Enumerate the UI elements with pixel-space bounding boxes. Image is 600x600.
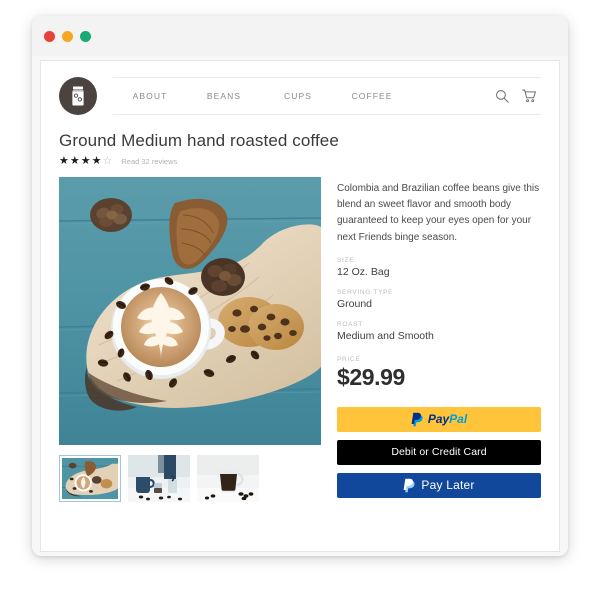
product-hero-image[interactable] — [59, 177, 321, 445]
debit-credit-card-label: Debit or Credit Card — [391, 446, 487, 459]
nav-icon-group — [495, 89, 541, 103]
attribute-value-serving-type: Ground — [337, 297, 373, 310]
search-icon[interactable] — [495, 89, 509, 103]
thumbnail-1[interactable] — [59, 455, 121, 502]
product-details: Colombia and Brazilian coffee beans give… — [337, 177, 541, 502]
coffee-bag-icon[interactable] — [59, 77, 97, 115]
nav-item-about[interactable]: ABOUT — [113, 91, 187, 101]
nav-link-list: ABOUT BEANS CUPS COFFEE — [113, 91, 495, 101]
title-block: Ground Medium hand roasted coffee ★ ★ ★ … — [41, 119, 559, 167]
attribute-size: SIZE 12 Oz. Bag — [337, 257, 541, 278]
rating-row: ★ ★ ★ ★ ☆ Read 32 reviews — [59, 156, 541, 167]
window-titlebar — [32, 16, 568, 56]
browser-window: ABOUT BEANS CUPS COFFEE Ground Medium ha… — [32, 16, 568, 556]
product-content: Colombia and Brazilian coffee beans give… — [41, 167, 559, 502]
star-icon-5: ☆ — [102, 155, 113, 167]
paypal-logo-icon-paylater — [403, 478, 416, 493]
window-close-button[interactable] — [44, 30, 55, 42]
star-icon-1: ★ — [59, 155, 69, 167]
nav-item-cups[interactable]: CUPS — [261, 91, 335, 101]
paypal-wordmark-pal: Pal — [449, 412, 468, 427]
paypal-wordmark: Pay Pal — [428, 412, 467, 426]
cart-icon[interactable] — [522, 89, 537, 103]
price-label: PRICE — [337, 355, 361, 363]
site-header: ABOUT BEANS CUPS COFFEE — [41, 61, 559, 119]
debit-credit-card-button[interactable]: Debit or Credit Card — [337, 439, 541, 465]
nav-item-beans[interactable]: BEANS — [187, 91, 261, 101]
page-title: Ground Medium hand roasted coffee — [59, 131, 339, 150]
product-description: Colombia and Brazilian coffee beans give… — [337, 183, 540, 243]
attribute-label-roast: ROAST — [337, 320, 363, 328]
price-block: PRICE $29.99 — [337, 356, 541, 391]
thumbnail-2[interactable] — [128, 455, 190, 502]
nav-item-coffee[interactable]: COFFEE — [335, 91, 409, 101]
page-content-card: ABOUT BEANS CUPS COFFEE Ground Medium ha… — [40, 60, 560, 552]
window-maximize-button[interactable] — [80, 30, 91, 42]
star-icon-4: ★ — [91, 155, 102, 167]
attribute-label-size: SIZE — [337, 256, 355, 264]
main-navigation: ABOUT BEANS CUPS COFFEE — [113, 77, 541, 115]
pay-later-button[interactable]: Pay Later — [337, 472, 541, 498]
attribute-value-roast: Medium and Smooth — [337, 329, 434, 342]
attribute-serving-type: SERVING TYPE Ground — [337, 289, 541, 310]
thumbnail-3[interactable] — [197, 455, 259, 502]
star-icon-2: ★ — [69, 155, 80, 167]
product-gallery — [59, 177, 321, 502]
star-icon-3: ★ — [80, 155, 91, 167]
star-rating: ★ ★ ★ ★ ☆ — [59, 156, 112, 167]
attribute-label-serving-type: SERVING TYPE — [337, 288, 394, 296]
price-value: $29.99 — [337, 363, 405, 390]
attribute-value-size: 12 Oz. Bag — [337, 265, 390, 278]
payment-button-group: Pay Pal Debit or Credit Card Pay Later — [337, 406, 541, 498]
thumbnail-strip — [59, 455, 321, 502]
window-minimize-button[interactable] — [62, 30, 73, 42]
reviews-link[interactable]: Read 32 reviews — [121, 157, 177, 166]
paypal-logo-icon — [411, 412, 424, 427]
paypal-wordmark-pay: Pay — [427, 412, 450, 427]
pay-later-label: Pay Later — [421, 478, 475, 493]
attribute-roast: ROAST Medium and Smooth — [337, 321, 541, 342]
paypal-button[interactable]: Pay Pal — [337, 406, 541, 432]
